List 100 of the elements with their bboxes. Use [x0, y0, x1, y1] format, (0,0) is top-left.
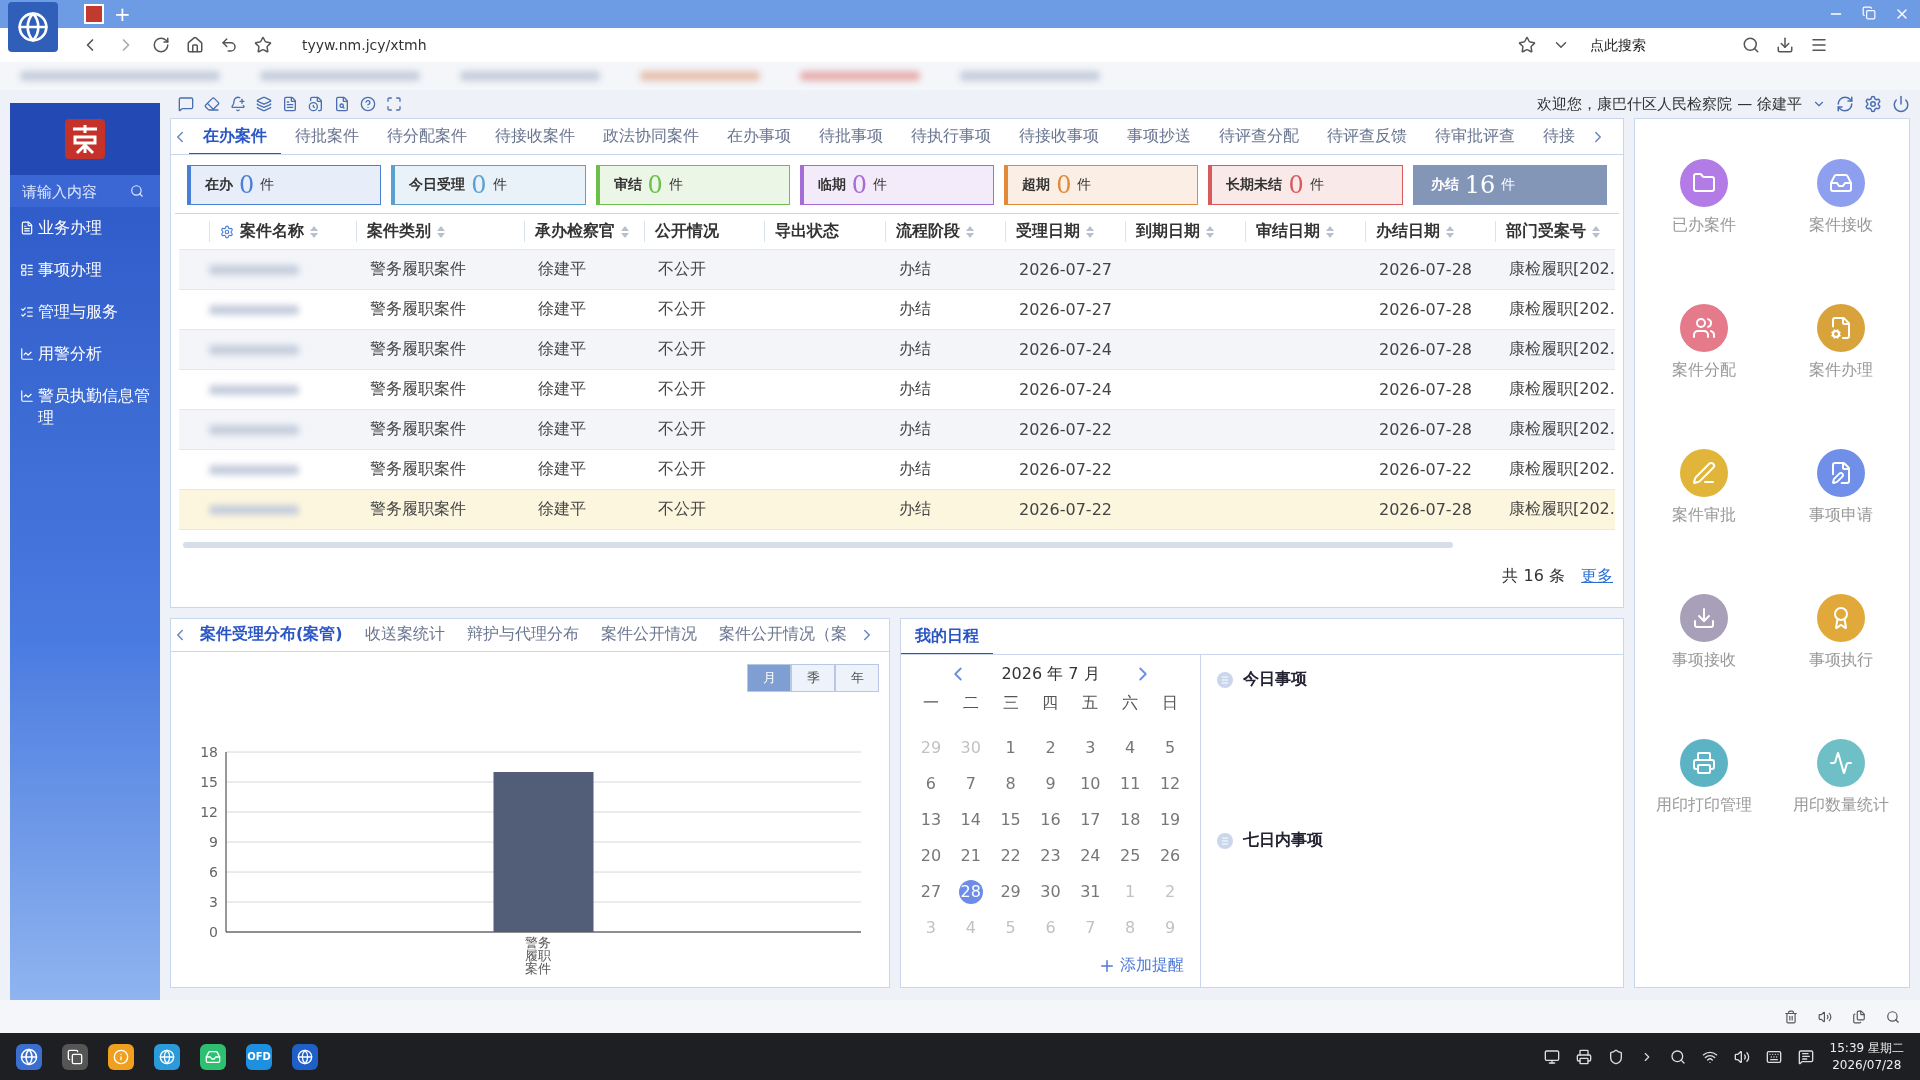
column-header[interactable]: 案件类别 — [356, 221, 524, 242]
calendar-day[interactable]: 30 — [1038, 880, 1063, 904]
shortcut-label[interactable]: 用印数量统计 — [1792, 795, 1889, 816]
calendar-day[interactable]: 19 — [1158, 808, 1183, 832]
calendar-day[interactable]: 9 — [1038, 772, 1063, 796]
calendar-day[interactable]: 2 — [1038, 736, 1063, 760]
column-header[interactable]: 流程阶段 — [885, 221, 1005, 242]
add-reminder-button[interactable]: 添加提醒 — [1092, 954, 1190, 977]
calendar-day[interactable]: 24 — [1078, 844, 1103, 868]
shortcut-label[interactable]: 案件分配 — [1671, 360, 1736, 381]
tab[interactable]: 待接 — [1529, 119, 1589, 154]
calendar-day[interactable]: 28 — [958, 880, 983, 904]
sidebar-item[interactable]: 用警分析 — [10, 333, 160, 375]
stat-card[interactable]: 在办 0 件 — [187, 165, 382, 205]
stat-card[interactable]: 办结 16 件 — [1412, 165, 1607, 205]
weekday-label: 四 — [1041, 693, 1060, 714]
tab[interactable]: 事项抄送 — [1113, 119, 1205, 154]
period-button[interactable]: 季 — [791, 664, 835, 693]
tab[interactable]: 待评查反馈 — [1313, 119, 1421, 154]
weekday-label: 二 — [961, 693, 980, 714]
stat-card[interactable]: 临期 0 件 — [799, 165, 995, 205]
shortcut-label[interactable]: 用印打印管理 — [1655, 795, 1752, 816]
ofd-reader-button[interactable]: OFD — [246, 1043, 272, 1070]
calendar-day[interactable]: 5 — [1158, 736, 1183, 760]
calendar-day[interactable]: 22 — [998, 844, 1023, 868]
calendar-day[interactable]: 1 — [998, 736, 1023, 760]
calendar-day[interactable]: 16 — [1038, 808, 1063, 832]
column-header[interactable]: 承办检察官 — [524, 221, 644, 242]
calendar-day[interactable]: 3 — [1078, 736, 1103, 760]
column-header[interactable]: 受理日期 — [1005, 221, 1125, 242]
calendar-day[interactable]: 29 — [998, 880, 1023, 904]
calendar-day[interactable]: 13 — [918, 808, 943, 832]
tab[interactable]: 待批事项 — [805, 119, 897, 154]
table-cell-text: 办结 — [898, 299, 932, 320]
shortcut-label[interactable]: 案件接收 — [1808, 215, 1873, 236]
tab[interactable]: 辩护与代理分布 — [455, 619, 590, 652]
tab[interactable]: 待接收案件 — [481, 119, 589, 154]
calendar-day[interactable]: 15 — [998, 808, 1023, 832]
tab[interactable]: 案件公开情况（案 — [707, 619, 858, 652]
calendar-day[interactable]: 27 — [918, 880, 943, 904]
tab[interactable]: 待接收事项 — [1005, 119, 1113, 154]
calendar-day[interactable]: 8 — [998, 772, 1023, 796]
tab[interactable]: 待批案件 — [281, 119, 373, 154]
calendar-day[interactable]: 7 — [958, 772, 983, 796]
tab[interactable]: 收送案统计 — [353, 619, 456, 652]
calendar-day[interactable]: 17 — [1078, 808, 1103, 832]
sidebar-search-field[interactable]: 请输入内容 — [10, 175, 160, 207]
calendar-day[interactable]: 11 — [1118, 772, 1143, 796]
shortcut-label[interactable]: 案件办理 — [1808, 360, 1873, 381]
column-header[interactable]: 审结日期 — [1245, 221, 1365, 242]
calendar-day[interactable]: 21 — [958, 844, 983, 868]
shortcut-label[interactable]: 案件审批 — [1671, 505, 1736, 526]
stat-card[interactable]: 审结 0 件 — [595, 165, 790, 205]
calendar-day[interactable]: 25 — [1118, 844, 1143, 868]
tab[interactable]: 待执行事项 — [897, 119, 1005, 154]
column-header[interactable]: 公开情况 — [644, 221, 764, 242]
calendar-day[interactable]: 31 — [1078, 880, 1103, 904]
period-button[interactable]: 年 — [835, 664, 879, 693]
calendar-day[interactable]: 14 — [958, 808, 983, 832]
tab[interactable]: 案件受理分布(案管) — [189, 619, 354, 652]
calendar-day[interactable]: 4 — [1118, 736, 1143, 760]
tab[interactable]: 待评查分配 — [1205, 119, 1313, 154]
shortcut-label[interactable]: 事项执行 — [1808, 650, 1873, 671]
tab[interactable]: 在办事项 — [713, 119, 805, 154]
sidebar-item[interactable]: 管理与服务 — [10, 291, 160, 333]
table-cell-text: 2026-07-24 — [1018, 340, 1113, 359]
sidebar-item[interactable]: 警员执勤信息管理 — [10, 375, 160, 439]
tab[interactable]: 案件公开情况 — [589, 619, 708, 652]
calendar-day[interactable]: 26 — [1158, 844, 1183, 868]
tab[interactable]: 在办案件 — [189, 119, 281, 154]
tab[interactable]: 政法协同案件 — [589, 119, 713, 154]
period-button[interactable]: 月 — [747, 664, 791, 693]
calendar-day[interactable]: 20 — [918, 844, 943, 868]
stat-card[interactable]: 超期 0 件 — [1004, 165, 1199, 205]
new-tab-button[interactable]: + — [114, 2, 131, 26]
address-field[interactable]: tyyw.nm.jcy/xtmh — [302, 37, 1502, 53]
sidebar-item[interactable]: 事项办理 — [10, 249, 160, 291]
stat-card[interactable]: 今日受理 0 件 — [391, 165, 586, 205]
column-header[interactable]: 案件名称 — [209, 221, 356, 242]
column-header[interactable]: 导出状态 — [764, 221, 885, 242]
tab[interactable]: 待审批评查 — [1421, 119, 1529, 154]
stat-card[interactable]: 长期未结 0 件 — [1208, 165, 1403, 205]
column-header[interactable]: 办结日期 — [1365, 221, 1495, 242]
shortcut-label[interactable]: 事项申请 — [1808, 505, 1873, 526]
column-header[interactable]: 到期日期 — [1125, 221, 1245, 242]
tab[interactable]: 我的日程 — [901, 619, 993, 654]
tab[interactable]: 待分配案件 — [373, 119, 481, 154]
calendar-day[interactable]: 18 — [1118, 808, 1143, 832]
calendar-day[interactable]: 23 — [1038, 844, 1063, 868]
search-input[interactable]: 请输入内容 — [20, 181, 130, 201]
more-link[interactable]: 更多 — [1581, 566, 1613, 587]
column-header[interactable]: 部门受案号 — [1495, 221, 1615, 242]
sidebar-item[interactable]: 业务办理 — [10, 207, 160, 249]
calendar-day[interactable]: 6 — [918, 772, 943, 796]
table-cell-text: 2026-07-28 — [1378, 500, 1473, 519]
stat-label: 办结 — [1430, 176, 1459, 194]
shortcut-label[interactable]: 事项接收 — [1671, 650, 1736, 671]
calendar-day[interactable]: 12 — [1158, 772, 1183, 796]
shortcut-label[interactable]: 已办案件 — [1671, 215, 1736, 236]
calendar-day[interactable]: 10 — [1078, 772, 1103, 796]
